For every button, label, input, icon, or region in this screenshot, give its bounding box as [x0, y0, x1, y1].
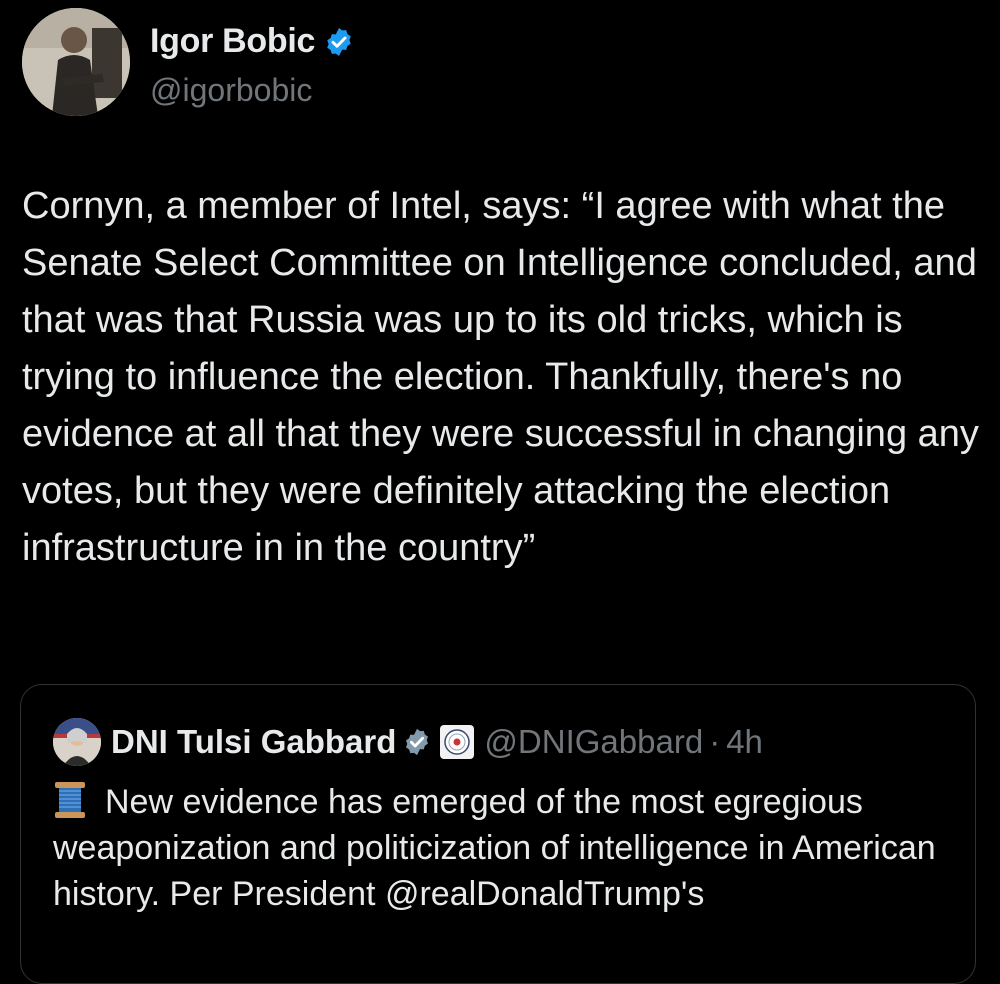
quoted-tweet-text: New evidence has emerged of the most egr…: [53, 783, 936, 913]
verified-badge-icon: [323, 26, 355, 58]
quoted-tweet[interactable]: DNI Tulsi Gabbard @DNIGabbard · 4h New e…: [20, 684, 976, 984]
quoted-author-handle[interactable]: @DNIGabbard: [484, 723, 703, 761]
dni-seal-icon[interactable]: [440, 725, 475, 759]
author-handle[interactable]: @igorbobic: [150, 72, 312, 109]
thread-spool-icon: [53, 781, 87, 819]
meta-separator: ·: [709, 723, 721, 760]
quoted-author-name[interactable]: DNI Tulsi Gabbard: [111, 723, 396, 761]
quoted-timestamp[interactable]: 4h: [726, 723, 763, 761]
quoted-author-avatar[interactable]: [53, 718, 101, 766]
quoted-tweet-header: DNI Tulsi Gabbard @DNIGabbard · 4h: [53, 718, 763, 766]
tweet-header: Igor Bobic @igorbobic: [22, 8, 982, 120]
verified-badge-gray-icon: [402, 727, 432, 757]
author-avatar[interactable]: [22, 8, 130, 116]
author-name[interactable]: Igor Bobic: [150, 22, 315, 61]
tweet-text: Cornyn, a member of Intel, says: “I agre…: [22, 185, 990, 569]
quoted-tweet-body: New evidence has emerged of the most egr…: [53, 779, 953, 917]
